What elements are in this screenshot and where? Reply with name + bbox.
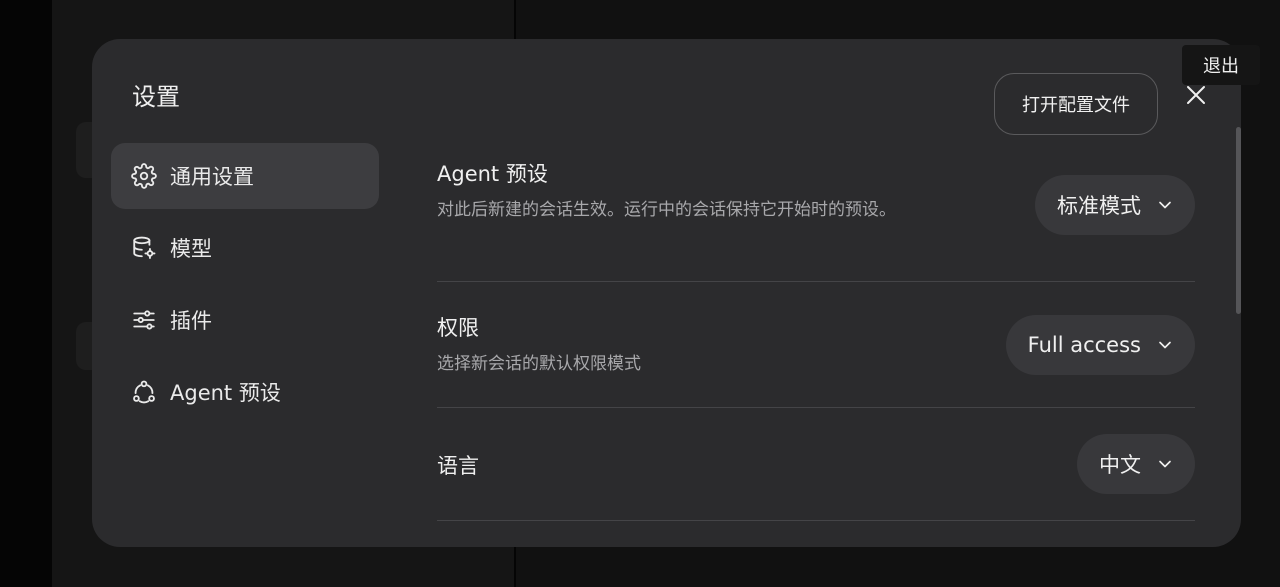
settings-nav: 通用设置 模型 插件 Agent 预设	[111, 143, 379, 431]
setting-title: 语言	[437, 454, 479, 478]
nav-item-label: 模型	[170, 237, 212, 261]
nodes-icon	[131, 379, 157, 405]
settings-content: Agent 预设 对此后新建的会话生效。运行中的会话保持它开始时的预设。 标准模…	[437, 144, 1195, 521]
database-gear-icon	[131, 235, 157, 261]
nav-item-label: 插件	[170, 309, 212, 333]
chevron-down-icon	[1155, 335, 1175, 355]
permissions-select[interactable]: Full access	[1005, 315, 1195, 375]
select-value: Full access	[1027, 333, 1141, 357]
select-value: 中文	[1099, 453, 1141, 477]
nav-item-agent-presets[interactable]: Agent 预设	[111, 359, 379, 425]
sliders-icon	[131, 307, 157, 333]
agent-preset-select[interactable]: 标准模式	[1035, 175, 1195, 235]
select-value: 标准模式	[1057, 194, 1141, 218]
nav-item-general[interactable]: 通用设置	[111, 143, 379, 209]
nav-item-plugins[interactable]: 插件	[111, 287, 379, 353]
close-icon[interactable]	[1182, 81, 1210, 109]
exit-tooltip: 退出	[1182, 45, 1260, 85]
language-select[interactable]: 中文	[1077, 434, 1195, 494]
nav-item-label: 通用设置	[170, 165, 254, 189]
setting-description: 对此后新建的会话生效。运行中的会话保持它开始时的预设。	[437, 200, 896, 220]
scrollbar[interactable]	[1236, 127, 1241, 314]
setting-description: 选择新会话的默认权限模式	[437, 354, 641, 374]
setting-title: Agent 预设	[437, 162, 548, 186]
modal-title: 设置	[132, 83, 180, 111]
nav-item-models[interactable]: 模型	[111, 215, 379, 281]
chevron-down-icon	[1155, 195, 1175, 215]
setting-title: 权限	[437, 316, 479, 340]
setting-row-agent-preset: Agent 预设 对此后新建的会话生效。运行中的会话保持它开始时的预设。 标准模…	[437, 144, 1195, 282]
nav-item-label: Agent 预设	[170, 381, 281, 405]
gear-icon	[131, 163, 157, 189]
setting-row-language: 语言 中文	[437, 408, 1195, 521]
chevron-down-icon	[1155, 454, 1175, 474]
open-config-button[interactable]: 打开配置文件	[994, 73, 1158, 135]
setting-row-permissions: 权限 选择新会话的默认权限模式 Full access	[437, 282, 1195, 408]
settings-modal: 设置 通用设置 模型 插件 Agent 预设 打开配置文件 Agent 预设 对…	[92, 39, 1241, 547]
